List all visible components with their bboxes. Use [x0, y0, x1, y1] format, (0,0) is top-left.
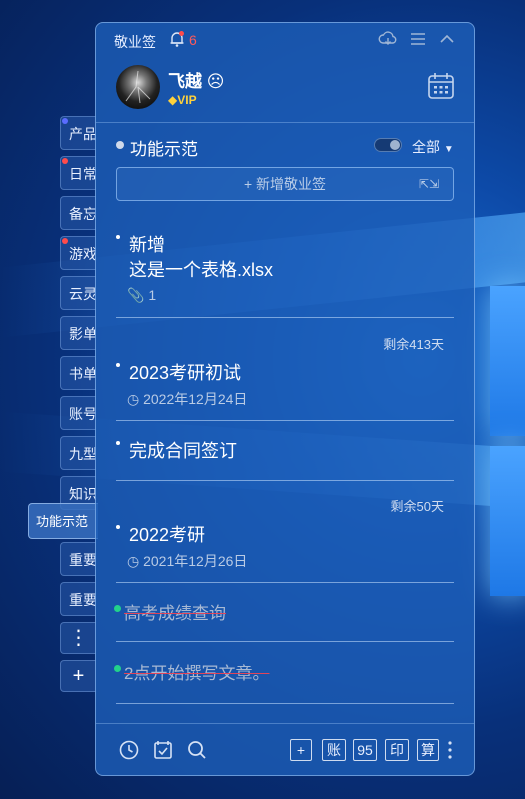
note-text: 2022考研 — [129, 525, 206, 545]
tab-indicator-dot — [62, 118, 68, 124]
bullet-dot — [116, 525, 120, 529]
tab-label: 影单 — [69, 326, 96, 342]
note-separator — [116, 703, 454, 704]
checklist-icon[interactable] — [152, 739, 174, 761]
reminder-count: 6 — [189, 32, 197, 48]
category-tab[interactable]: 九型 — [60, 436, 96, 470]
divider — [96, 723, 474, 724]
clock-icon[interactable] — [118, 739, 140, 761]
title-bar: 敬业签 6 — [96, 23, 474, 55]
caret-down-icon: ▼ — [443, 144, 454, 155]
category-tabs: 产品 日常 备忘 游戏 云灵 影单 书单 账号 九型 知识 — [60, 116, 100, 516]
category-tab[interactable]: 影单 — [60, 316, 96, 350]
calendar-icon[interactable] — [426, 71, 456, 101]
divider — [96, 122, 474, 123]
attachment-count[interactable]: 📎 1 — [127, 287, 156, 304]
avatar-image — [125, 70, 151, 104]
more-vertical-icon[interactable] — [444, 739, 456, 761]
section-dot — [116, 141, 124, 149]
tab-label: 云灵 — [69, 286, 96, 302]
more-categories-button[interactable]: ⋮ — [60, 622, 96, 654]
reminder-date: ◷ 2022年12月24日 — [127, 391, 248, 407]
ledger-button[interactable]: 账 — [322, 739, 346, 761]
tab-label: 九型 — [69, 446, 96, 462]
view-toggle[interactable] — [374, 138, 402, 152]
tab-label: 备忘 — [69, 206, 96, 222]
days-remaining: 剩余413天 — [383, 337, 444, 352]
paperclip-icon: 📎 — [127, 287, 145, 303]
diamond-icon: ◆ — [168, 93, 178, 107]
username: 飞越 ☹ — [168, 72, 225, 91]
add-note-button[interactable]: + 新增敬业签 ⇱⇲ — [116, 167, 454, 201]
add-category-button[interactable]: + — [60, 660, 96, 692]
reminder-date: ◷ 2021年12月26日 — [127, 553, 248, 569]
note-separator — [116, 420, 454, 421]
category-tab[interactable]: 重要 — [60, 582, 96, 616]
section-header: 功能示范 全部 ▼ — [96, 133, 474, 159]
user-profile: 飞越 ☹ ◆VIP — [96, 59, 474, 121]
note-separator — [116, 480, 454, 481]
cloud-sync-icon[interactable] — [378, 29, 398, 49]
completed-dot — [114, 665, 121, 672]
note-text: 完成合同签订 — [129, 441, 237, 461]
search-icon[interactable] — [186, 739, 208, 761]
category-tab[interactable]: 游戏 — [60, 236, 96, 270]
expand-icon: ⇱⇲ — [418, 177, 439, 191]
app-title: 敬业签 — [114, 34, 156, 50]
category-tab[interactable]: 云灵 — [60, 276, 96, 310]
notes-panel: 敬业签 6 飞越 ☹ ◆VIP 功能示范 全部 ▼ + 新增敬业签 ⇱⇲ 新增 … — [95, 22, 475, 776]
tab-label: 知识 — [69, 486, 96, 502]
note-separator — [116, 582, 454, 583]
note-text: 2023考研初试 — [129, 363, 242, 383]
category-tab[interactable]: 产品 — [60, 116, 96, 150]
tab-indicator-dot — [62, 158, 68, 164]
note-text: 高考成绩查询 — [124, 604, 226, 623]
completed-dot — [114, 605, 121, 612]
note-text: 这是一个表格.xlsx — [129, 260, 273, 280]
category-tab[interactable]: 书单 — [60, 356, 96, 390]
windows-logo-pane — [490, 446, 525, 596]
counter-button[interactable]: 95 — [353, 739, 377, 761]
days-remaining: 剩余50天 — [390, 499, 444, 514]
collapse-chevron-up-icon[interactable] — [437, 29, 457, 49]
tab-label: 功能示范 — [36, 514, 89, 529]
section-title: 功能示范 — [130, 140, 198, 159]
angry-face-icon: ☹ — [206, 72, 225, 91]
clock-icon: ◷ — [127, 391, 140, 407]
filter-dropdown[interactable]: 全部 ▼ — [412, 137, 454, 157]
more-icon: ⋮ — [68, 627, 89, 649]
note-separator — [116, 317, 454, 318]
avatar[interactable] — [116, 65, 160, 109]
add-icon[interactable]: + — [290, 739, 312, 761]
toggle-knob — [390, 140, 400, 150]
note-separator — [116, 641, 454, 642]
windows-logo-pane — [490, 286, 525, 436]
tab-label: 产品 — [69, 126, 96, 142]
tab-label: 游戏 — [69, 246, 96, 262]
note-text: 2点开始撰写文章。 — [124, 664, 270, 683]
bullet-dot — [116, 441, 120, 445]
category-tab-active[interactable]: 功能示范 — [28, 503, 98, 539]
calculator-button[interactable]: 算 — [417, 739, 439, 761]
bell-icon[interactable] — [168, 30, 186, 48]
category-tab[interactable]: 日常 — [60, 156, 96, 190]
clock-icon: ◷ — [127, 553, 140, 569]
category-tab[interactable]: 账号 — [60, 396, 96, 430]
tab-indicator-dot — [62, 238, 68, 244]
tab-label: 日常 — [69, 166, 96, 182]
category-tab[interactable]: 备忘 — [60, 196, 96, 230]
tab-label: 重要 — [69, 552, 96, 568]
plus-icon: + — [72, 665, 85, 687]
category-tab[interactable]: 重要 — [60, 542, 96, 576]
print-button[interactable]: 印 — [385, 739, 409, 761]
tab-label: 书单 — [69, 366, 96, 382]
bullet-dot — [116, 363, 120, 367]
bottom-toolbar: + 账 95 印 算 — [96, 729, 474, 775]
tab-label: 重要 — [69, 592, 96, 608]
tab-label: 账号 — [69, 406, 96, 422]
menu-icon[interactable] — [408, 29, 428, 49]
note-text: 新增 — [129, 235, 165, 255]
bullet-dot — [116, 235, 120, 239]
vip-badge: ◆VIP — [168, 93, 197, 107]
